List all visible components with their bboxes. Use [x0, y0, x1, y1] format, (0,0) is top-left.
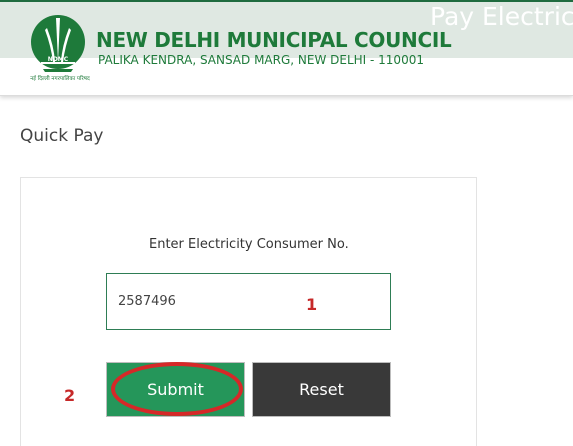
org-name: NEW DELHI MUNICIPAL COUNCIL: [96, 28, 452, 52]
reset-button[interactable]: Reset: [252, 362, 391, 417]
ndmc-logo[interactable]: NDMC नई दिल्ली नगरपालिका परिषद: [27, 12, 93, 82]
step-2-marker: 2: [64, 386, 76, 405]
logo-caption: नई दिल्ली नगरपालिका परिषद: [30, 75, 90, 82]
site-header: Pay Electric NDMC नई दिल्ली नगरपालिका पर…: [0, 0, 573, 96]
page-title: Quick Pay: [20, 126, 104, 146]
logo-acronym: NDMC: [48, 56, 69, 63]
consumer-no-input[interactable]: [106, 273, 391, 330]
step-1-marker: 1: [306, 295, 318, 314]
org-address: PALIKA KENDRA, SANSAD MARG, NEW DELHI - …: [98, 53, 424, 67]
consumer-no-label: Enter Electricity Consumer No.: [149, 237, 349, 252]
banner-title: Pay Electric: [430, 2, 573, 31]
submit-button[interactable]: Submit: [106, 362, 245, 417]
